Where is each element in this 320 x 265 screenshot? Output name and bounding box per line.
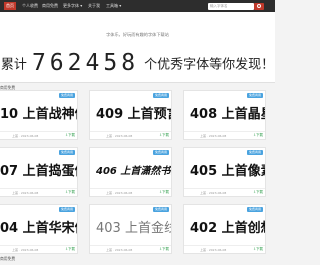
font-card[interactable]: 免费商用 04 上首华宋体上首 · 2023-06-08 ⇩下载 — [0, 204, 78, 254]
download-link[interactable]: ⇩下载 — [159, 133, 169, 138]
font-sample[interactable]: 408 上首晶星 — [190, 107, 265, 123]
nav-item-toolbox[interactable]: 工具箱 ▾ — [106, 2, 121, 10]
font-meta: 上首 · 2023-06-08 — [106, 191, 133, 195]
card-footer: 上首 · 2023-06-08 ⇩下载 — [184, 188, 265, 196]
free-commercial-badge: 免费商用 — [58, 150, 75, 155]
card-footer: 上首 · 2023-06-08 ⇩下载 — [184, 131, 265, 139]
card-footer: 上首 · 2023-06-08 ⇩下载 — [184, 245, 265, 253]
card-footer: 上首 · 2023-06-08 ⇩下载 — [90, 131, 171, 139]
font-meta: 上首 · 2023-06-08 — [106, 248, 133, 252]
font-sample[interactable]: 04 上首华宋体 — [0, 221, 77, 237]
font-sample[interactable]: 409 上首预言体 — [96, 107, 171, 123]
download-link[interactable]: ⇩下载 — [65, 133, 75, 138]
card-footer: 上首 · 2023-06-08 ⇩下载 — [90, 245, 171, 253]
free-commercial-badge: 免费商用 — [246, 207, 263, 212]
font-meta: 上首 · 2023-06-08 — [200, 248, 227, 252]
font-sample[interactable]: 406 上首潇然书法体 — [96, 164, 171, 180]
font-card[interactable]: 免费商用 408 上首晶星上首 · 2023-06-08 ⇩下载 — [183, 90, 266, 140]
download-link[interactable]: ⇩下载 — [253, 190, 263, 195]
counter-number: 762458 — [31, 50, 140, 76]
font-card[interactable]: 免费商用 10 上首战神体上首 · 2023-06-08 ⇩下载 — [0, 90, 78, 140]
font-sample[interactable]: 07 上首捣蛋体 — [0, 164, 77, 180]
download-link[interactable]: ⇩下载 — [253, 247, 263, 252]
divider — [0, 82, 275, 83]
search-button[interactable] — [254, 3, 264, 10]
nav-item-personal-fee[interactable]: 个人收费 — [22, 2, 38, 10]
download-link[interactable]: ⇩下载 — [253, 133, 263, 138]
free-commercial-badge: 免费商用 — [152, 93, 169, 98]
nav-item-commercial-free[interactable]: 商用免费 — [42, 2, 58, 10]
font-sample[interactable]: 405 上首像素 — [190, 164, 265, 180]
card-footer: 上首 · 2023-06-08 ⇩下载 — [0, 188, 77, 196]
font-meta: 上首 · 2023-06-08 — [12, 248, 39, 252]
download-link[interactable]: ⇩下载 — [159, 190, 169, 195]
banner-tagline: 字体乐，好玩而有趣的字体下载站 — [106, 32, 169, 37]
font-meta: 上首 · 2023-06-08 — [200, 134, 227, 138]
font-sample[interactable]: 403 上首金线体 — [96, 221, 171, 237]
font-sample[interactable]: 10 上首战神体 — [0, 107, 77, 123]
section-label-free-bottom: 商用免费 — [0, 256, 16, 261]
card-footer: 上首 · 2023-06-08 ⇩下载 — [0, 245, 77, 253]
home-link[interactable]: 首页 — [4, 2, 16, 10]
download-link[interactable]: ⇩下载 — [65, 190, 75, 195]
font-card[interactable]: 免费商用 409 上首预言体上首 · 2023-06-08 ⇩下载 — [89, 90, 172, 140]
font-card[interactable]: 免费商用 405 上首像素上首 · 2023-06-08 ⇩下载 — [183, 147, 266, 197]
font-card[interactable]: 免费商用 07 上首捣蛋体上首 · 2023-06-08 ⇩下载 — [0, 147, 78, 197]
free-commercial-badge: 免费商用 — [58, 207, 75, 212]
card-footer: 上首 · 2023-06-08 ⇩下载 — [90, 188, 171, 196]
font-meta: 上首 · 2023-06-08 — [12, 191, 39, 195]
counter-suffix: 个优秀字体等你发现！ — [144, 57, 275, 73]
free-commercial-badge: 免费商用 — [58, 93, 75, 98]
download-link[interactable]: ⇩下载 — [65, 247, 75, 252]
nav-item-more-fonts[interactable]: 更多字体 ▾ — [63, 2, 82, 10]
card-footer: 上首 · 2023-06-08 ⇩下载 — [0, 131, 77, 139]
font-meta: 上首 · 2023-06-08 — [200, 191, 227, 195]
nav-item-about[interactable]: 关于我 — [88, 2, 100, 10]
font-card[interactable]: 免费商用 402 上首创想上首 · 2023-06-08 ⇩下载 — [183, 204, 266, 254]
font-counter: 累计 762458 个优秀字体等你发现！ — [0, 50, 275, 76]
font-sample[interactable]: 402 上首创想 — [190, 221, 265, 237]
free-commercial-badge: 免费商用 — [246, 93, 263, 98]
download-link[interactable]: ⇩下载 — [159, 247, 169, 252]
font-card[interactable]: 免费商用 406 上首潇然书法体上首 · 2023-06-08 ⇩下载 — [89, 147, 172, 197]
top-navbar: 首页 个人收费 商用免费 更多字体 ▾ 关于我 工具箱 ▾ 输入字体名 — [0, 0, 275, 12]
search-input[interactable]: 输入字体名 — [208, 3, 254, 10]
font-card[interactable]: 免费商用 403 上首金线体上首 · 2023-06-08 ⇩下载 — [89, 204, 172, 254]
free-commercial-badge: 免费商用 — [152, 150, 169, 155]
free-commercial-badge: 免费商用 — [152, 207, 169, 212]
hero-banner: 字体乐，好玩而有趣的字体下载站 累计 762458 个优秀字体等你发现！ — [0, 12, 275, 82]
free-commercial-badge: 免费商用 — [246, 150, 263, 155]
search-icon — [257, 4, 261, 8]
font-meta: 上首 · 2023-06-08 — [12, 134, 39, 138]
font-meta: 上首 · 2023-06-08 — [106, 134, 133, 138]
counter-prefix: 累计 — [0, 57, 27, 73]
